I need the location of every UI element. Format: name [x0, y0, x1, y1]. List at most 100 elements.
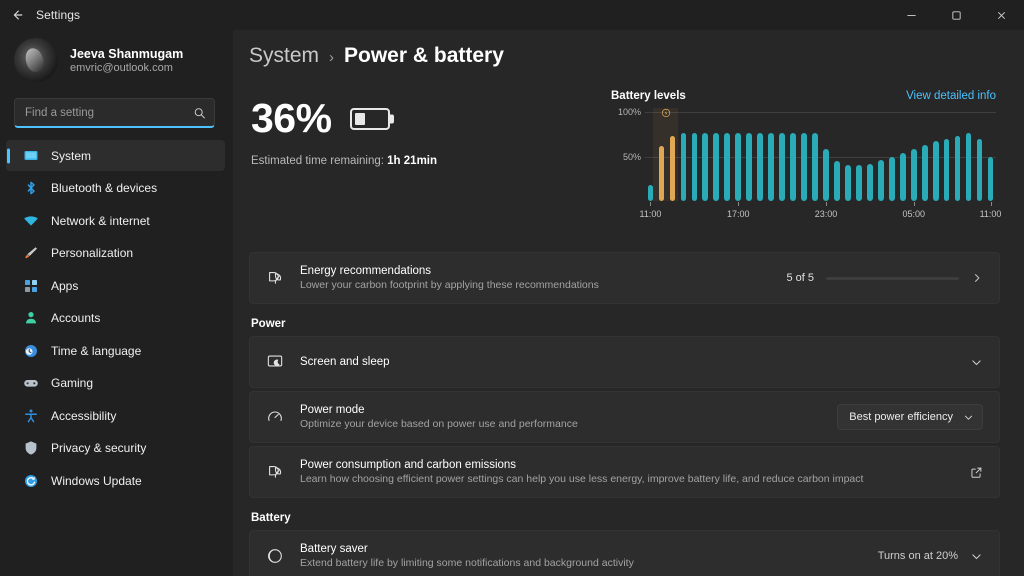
chart-bar — [647, 184, 654, 201]
chevron-down-icon — [963, 412, 974, 423]
chart-bar — [669, 136, 676, 201]
chart-bar — [680, 133, 687, 201]
sidebar-nav: System Bluetooth & devices Network & int… — [0, 140, 225, 496]
external-link-icon[interactable] — [970, 466, 983, 479]
account-block[interactable]: Jeeva Shanmugam emvric@outlook.com — [0, 30, 225, 92]
monitor-icon — [22, 147, 39, 164]
eco-leaf-icon — [264, 463, 286, 481]
card-text: Energy recommendations Lower your carbon… — [300, 265, 772, 291]
card-right: Turns on at 20% — [878, 550, 983, 563]
sidebar-item-label: Personalization — [51, 246, 134, 260]
hero-row: 36% Estimated time remaining: 1h 21min B… — [249, 76, 1001, 219]
search-wrap — [0, 92, 225, 140]
chart-y-tick-label: 100% — [617, 107, 641, 117]
chart-header: Battery levels View detailed info — [609, 90, 1000, 102]
sidebar-item-network-internet[interactable]: Network & internet — [6, 205, 225, 236]
view-detailed-info-link[interactable]: View detailed info — [906, 90, 996, 102]
chart-bar — [658, 145, 665, 201]
sidebar-item-accounts[interactable]: Accounts — [6, 303, 225, 334]
chart-bar — [724, 133, 731, 201]
search-input[interactable] — [25, 106, 186, 119]
breadcrumb: System › Power & battery — [249, 30, 1000, 68]
chart-x-tick — [990, 202, 992, 206]
card-subtitle: Extend battery life by limiting some not… — [300, 557, 634, 569]
chart-bar — [976, 138, 983, 201]
energy-recommendations-card[interactable]: Energy recommendations Lower your carbon… — [249, 252, 1000, 304]
chart-bar — [943, 138, 950, 201]
power-mode-card[interactable]: Power mode Optimize your device based on… — [249, 391, 1000, 443]
card-subtitle: Optimize your device based on power use … — [300, 418, 578, 430]
chart-bar — [987, 156, 994, 201]
card-title: Energy recommendations — [300, 265, 432, 277]
card-right — [970, 466, 983, 479]
sidebar-item-apps[interactable]: Apps — [6, 270, 225, 301]
chart-bar — [713, 133, 720, 201]
battery-saver-icon — [264, 547, 286, 565]
window-title: Settings — [36, 8, 81, 22]
chevron-right-icon[interactable] — [971, 272, 983, 284]
battery-summary: 36% Estimated time remaining: 1h 21min — [249, 76, 609, 218]
person-icon — [22, 310, 39, 327]
back-button[interactable] — [0, 0, 34, 30]
gamepad-icon — [22, 375, 39, 392]
power-mode-dropdown[interactable]: Best power efficiency — [837, 404, 983, 430]
account-text: Jeeva Shanmugam emvric@outlook.com — [70, 47, 183, 74]
sidebar-item-label: Time & language — [51, 343, 142, 358]
chart-y-tick-label: 50% — [622, 151, 641, 162]
chart-bar — [757, 133, 764, 201]
sidebar-item-windows-update[interactable]: Windows Update — [6, 465, 225, 496]
battery-saver-card[interactable]: Battery saver Extend battery life by lim… — [249, 530, 1000, 576]
chart-x-tick — [825, 202, 827, 206]
sidebar-item-personalization[interactable]: Personalization — [6, 238, 225, 269]
wifi-icon — [22, 212, 39, 229]
chart-x-tick — [738, 202, 740, 206]
sidebar: Jeeva Shanmugam emvric@outlook.com Find … — [0, 30, 233, 576]
sidebar-item-system[interactable]: System — [6, 140, 225, 171]
page-title: Power & battery — [344, 44, 504, 67]
minimize-button[interactable] — [889, 0, 934, 30]
chart-bar — [812, 133, 818, 201]
sidebar-item-gaming[interactable]: Gaming — [6, 368, 225, 399]
accessibility-person-icon — [22, 407, 39, 424]
sidebar-item-accessibility[interactable]: Accessibility — [6, 400, 225, 431]
battery-percent-row: 36% — [251, 98, 609, 139]
settings-window: Settings Jeeva Shanmugam emvric@outlook.… — [0, 0, 1024, 576]
chevron-down-icon[interactable] — [970, 356, 983, 369]
chart-bar — [910, 149, 917, 201]
chart-bar — [856, 165, 862, 201]
card-right: 5 of 5 — [786, 272, 983, 284]
chart-bar — [691, 133, 698, 201]
close-button[interactable] — [979, 0, 1024, 30]
chart-bar — [823, 149, 829, 201]
card-right — [970, 356, 983, 369]
account-email: emvric@outlook.com — [70, 61, 173, 74]
sidebar-item-bluetooth-devices[interactable]: Bluetooth & devices — [6, 173, 225, 204]
search-box[interactable] — [14, 98, 215, 128]
sidebar-item-time-language[interactable]: Time & language — [6, 335, 225, 366]
maximize-button[interactable] — [934, 0, 979, 30]
shield-icon — [22, 440, 39, 457]
bluetooth-icon — [22, 180, 39, 197]
clock-globe-icon — [22, 342, 39, 359]
chart-bar — [921, 144, 928, 201]
estimate-label: Estimated time remaining: — [251, 155, 384, 167]
sidebar-item-privacy-security[interactable]: Privacy & security — [6, 433, 225, 464]
apps-grid-icon — [22, 277, 39, 294]
chart-bar — [965, 133, 972, 201]
chart-x-tick — [650, 202, 652, 206]
search-icon — [193, 106, 206, 119]
card-text: Power mode Optimize your device based on… — [300, 404, 823, 430]
estimate-value: 1h 21min — [387, 155, 438, 167]
chevron-down-icon[interactable] — [970, 550, 983, 563]
card-title: Power consumption and carbon emissions — [300, 459, 517, 471]
eco-leaf-icon — [264, 269, 286, 287]
chart-bar — [746, 133, 753, 201]
battery-36-icon — [349, 107, 390, 130]
screen-and-sleep-card[interactable]: Screen and sleep — [249, 336, 1000, 388]
power-mode-gauge-icon — [264, 408, 286, 426]
power-consumption-carbon-card[interactable]: Power consumption and carbon emissions L… — [249, 446, 1000, 498]
breadcrumb-system[interactable]: System — [249, 44, 319, 68]
sidebar-item-label: Accounts — [51, 311, 101, 325]
sidebar-item-label: Gaming — [51, 376, 94, 390]
sidebar-item-label: Bluetooth & devices — [51, 181, 158, 195]
